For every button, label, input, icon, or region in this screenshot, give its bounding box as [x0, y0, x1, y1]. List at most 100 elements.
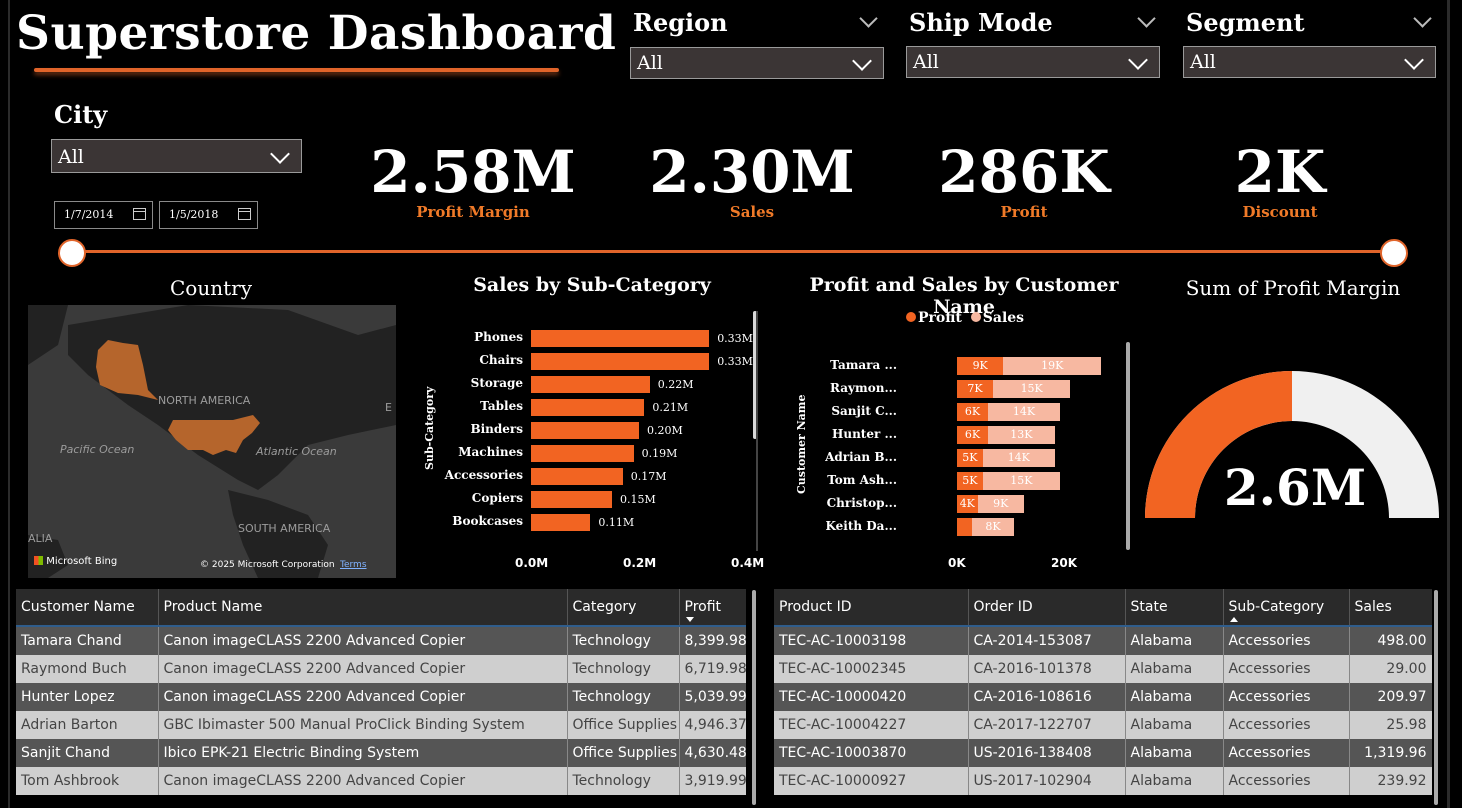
sales-bar[interactable]: 15K	[993, 380, 1071, 398]
calendar-icon[interactable]	[238, 208, 251, 220]
customer-table-row[interactable]: Hunter Lopez Canon imageCLASS 2200 Advanc…	[16, 683, 746, 711]
customer-table-cell: Canon imageCLASS 2200 Advanced Copier	[158, 683, 568, 711]
subcategory-bar[interactable]	[531, 353, 710, 370]
calendar-icon[interactable]	[133, 208, 146, 220]
subcategory-bar[interactable]	[531, 514, 591, 531]
product-table-row[interactable]: TEC-AC-10003870 US-2016-138408 Alabama Acce…	[774, 739, 1432, 767]
sales-bar[interactable]: 8K	[972, 518, 1014, 536]
customer-table-column-header[interactable]: Profit	[679, 589, 746, 627]
product-table-cell: Alabama	[1125, 655, 1224, 683]
subcategory-scroll-track	[756, 311, 758, 551]
end-date-input[interactable]: 1/5/2018	[159, 201, 258, 229]
date-range-slider-track[interactable]	[72, 250, 1394, 253]
segment-dropdown[interactable]: All	[1183, 46, 1436, 78]
product-table-column-header[interactable]: Sub-Category	[1223, 589, 1350, 627]
customer-table-row[interactable]: Raymond Buch Canon imageCLASS 2200 Advanc…	[16, 655, 746, 683]
profit-bar[interactable]: 5K	[957, 449, 983, 467]
customer-table-column-header[interactable]: Customer Name	[16, 589, 159, 627]
sort-descending-icon[interactable]	[685, 617, 694, 622]
sort-ascending-icon[interactable]	[1229, 617, 1238, 622]
profit-bar[interactable]: 5K	[957, 472, 983, 490]
product-table-cell: Alabama	[1125, 711, 1224, 739]
bing-attribution-text: Microsoft Bing	[46, 556, 118, 567]
product-table-column-header[interactable]: Product ID	[774, 589, 969, 627]
map-label-edge-left: ALIA	[28, 532, 53, 545]
date-range-end-handle[interactable]	[1380, 239, 1408, 267]
kpi-discount-value: 2K	[1234, 138, 1326, 206]
customer-table-row[interactable]: Tamara Chand Canon imageCLASS 2200 Advanc…	[16, 626, 746, 655]
subcategory-bar[interactable]	[531, 491, 612, 508]
ship-mode-slicer-label: Ship Mode	[909, 8, 1053, 37]
legend-profit-label: Profit	[918, 310, 962, 326]
product-table-cell: 1,319.96	[1349, 739, 1432, 767]
region-collapse-chevron-icon[interactable]	[859, 9, 878, 28]
sales-bar[interactable]: 14K	[982, 449, 1055, 467]
customer-table-cell: 8,399.98	[679, 626, 746, 655]
customer-table-column-header[interactable]: Category	[567, 589, 680, 627]
product-table-row[interactable]: TEC-AC-10002345 CA-2016-101378 Alabama Acce…	[774, 655, 1432, 683]
customer-label: Keith Da...	[825, 519, 897, 533]
product-table-row[interactable]: TEC-AC-10000927 US-2017-102904 Alabama Acce…	[774, 767, 1432, 795]
right-table-scrollbar[interactable]	[1434, 590, 1438, 805]
product-table-column-header[interactable]: State	[1125, 589, 1224, 627]
customer-label: Adrian B...	[825, 450, 897, 464]
segment-collapse-chevron-icon[interactable]	[1413, 9, 1432, 28]
customer-table-cell: 4,946.37	[679, 711, 746, 739]
date-range-start-handle[interactable]	[58, 239, 86, 267]
subcategory-bar[interactable]	[531, 399, 645, 416]
country-map[interactable]: NORTH AMERICA Pacific Ocean Atlantic Oce…	[28, 305, 396, 578]
map-terms-link[interactable]: Terms	[340, 560, 367, 570]
subcategory-x-tick: 0.2M	[623, 556, 657, 570]
sales-bar[interactable]: 13K	[987, 426, 1055, 444]
bing-attribution: Microsoft Bing	[34, 556, 117, 567]
ship-mode-collapse-chevron-icon[interactable]	[1137, 9, 1156, 28]
product-table-column-header[interactable]: Sales	[1349, 589, 1432, 627]
start-date-input[interactable]: 1/7/2014	[54, 201, 153, 229]
product-table-cell: US-2017-102904	[968, 767, 1126, 795]
subcategory-bar[interactable]	[531, 445, 634, 462]
customer-table-cell: Canon imageCLASS 2200 Advanced Copier	[158, 767, 568, 795]
profit-bar[interactable]: 7K	[957, 380, 994, 398]
region-dropdown[interactable]: All	[630, 47, 884, 79]
subcategory-bar[interactable]	[531, 330, 710, 347]
profit-bar[interactable]: 6K	[957, 403, 988, 421]
sales-bar[interactable]: 14K	[987, 403, 1060, 421]
ship-mode-dropdown[interactable]: All	[906, 46, 1160, 78]
microsoft-logo-icon	[34, 556, 43, 565]
profit-bar[interactable]: 4K	[957, 495, 978, 513]
sales-bar[interactable]: 9K	[977, 495, 1024, 513]
subcategory-bar[interactable]	[531, 376, 650, 393]
customer-table-row[interactable]: Sanjit Chand Ibico EPK-21 Electric Bindin…	[16, 739, 746, 767]
customer-label: Tamara ...	[830, 358, 897, 372]
profit-bar[interactable]: 9K	[957, 357, 1004, 375]
product-table-row[interactable]: TEC-AC-10004227 CA-2017-122707 Alabama Acce…	[774, 711, 1432, 739]
sales-bar[interactable]: 15K	[982, 472, 1060, 490]
customer-table-cell: Sanjit Chand	[16, 739, 159, 767]
customer-table-row[interactable]: Adrian Barton GBC Ibimaster 500 Manual Pr…	[16, 711, 746, 739]
product-order-grid: Product ID Order ID State Sub-Category Sales…	[774, 589, 1432, 795]
customer-table-column-header[interactable]: Product Name	[158, 589, 568, 627]
title-underline	[34, 68, 559, 72]
product-table-cell: Accessories	[1223, 626, 1350, 655]
product-table-row[interactable]: TEC-AC-10003198 CA-2014-153087 Alabama Acce…	[774, 626, 1432, 655]
subcategory-bar[interactable]	[531, 468, 623, 485]
product-table-row[interactable]: TEC-AC-10000420 CA-2016-108616 Alabama Acce…	[774, 683, 1432, 711]
profit-bar[interactable]	[957, 518, 973, 536]
sales-bar[interactable]: 19K	[1003, 357, 1102, 375]
subcategory-bar[interactable]	[531, 422, 639, 439]
segment-slicer-label: Segment	[1186, 8, 1305, 37]
product-table-cell: Alabama	[1125, 767, 1224, 795]
kpi-profit-value: 286K	[938, 138, 1110, 206]
customer-chart-scrollbar[interactable]	[1126, 342, 1130, 550]
map-label-north-america: NORTH AMERICA	[158, 394, 251, 407]
product-table-cell: TEC-AC-10000420	[774, 683, 969, 711]
left-table-scrollbar[interactable]	[752, 590, 756, 805]
kpi-profit-label: Profit	[1000, 203, 1048, 221]
subcategory-bar-value: 0.21M	[652, 401, 689, 414]
city-dropdown[interactable]: All	[51, 139, 302, 173]
customer-table-row[interactable]: Tom Ashbrook Canon imageCLASS 2200 Advanc…	[16, 767, 746, 795]
profit-bar[interactable]: 6K	[957, 426, 988, 444]
product-table-cell: 239.92	[1349, 767, 1432, 795]
kpi-sales-value: 2.30M	[649, 138, 855, 206]
product-table-column-header[interactable]: Order ID	[968, 589, 1126, 627]
